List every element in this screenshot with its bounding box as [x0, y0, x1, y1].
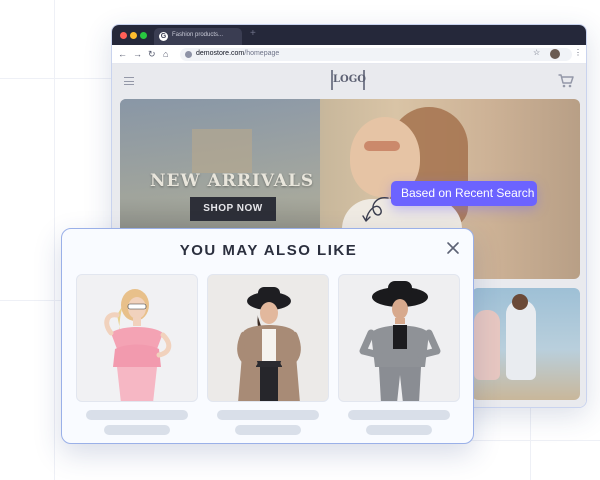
product-image [237, 287, 301, 401]
close-icon[interactable] [446, 241, 460, 255]
skeleton-title-line [86, 410, 188, 420]
hero-building-detail [192, 129, 252, 173]
modal-title: YOU MAY ALSO LIKE [179, 242, 358, 259]
home-icon[interactable]: ⌂ [163, 48, 168, 60]
browser-titlebar: G Fashion products... + [112, 25, 586, 45]
star-icon[interactable]: ☆ [533, 48, 540, 57]
cart-icon[interactable] [558, 74, 574, 88]
forward-arrow-icon[interactable]: → [133, 48, 142, 60]
hero-title: NEW ARRIVALS [150, 171, 315, 191]
reload-icon[interactable]: ↻ [148, 48, 156, 60]
close-window-dot[interactable] [120, 32, 127, 39]
minimize-window-dot[interactable] [130, 32, 137, 39]
more-vert-icon[interactable]: ⋮ [574, 48, 582, 57]
store-logo[interactable]: LOGO [331, 70, 366, 90]
lifestyle-figure-head [512, 294, 528, 310]
lifestyle-figure [506, 300, 536, 380]
product-image [359, 281, 441, 401]
product-card-pink-dress[interactable] [76, 274, 198, 402]
lifestyle-banner[interactable] [472, 288, 580, 400]
shop-now-button[interactable]: SHOP NOW [190, 197, 276, 221]
stage: G Fashion products... + ← → ↻ ⌂ demostor… [0, 0, 600, 480]
url-text: demostore.com/homepage [196, 50, 279, 57]
address-bar[interactable]: demostore.com/homepage [180, 48, 572, 61]
lifestyle-figure [474, 310, 500, 380]
product-card-trench-coat[interactable] [207, 274, 329, 402]
maximize-window-dot[interactable] [140, 32, 147, 39]
skeleton-title-line [348, 410, 450, 420]
recommendation-tag: Based on Recent Search [391, 181, 537, 206]
tab-title: Fashion products... [172, 32, 224, 38]
skeleton-price-line [235, 425, 301, 435]
hamburger-menu-icon[interactable] [124, 77, 134, 85]
back-arrow-icon[interactable]: ← [118, 48, 127, 60]
lock-icon [185, 51, 192, 58]
guide-line [0, 78, 120, 79]
url-host: demostore.com [196, 50, 245, 57]
profile-avatar[interactable] [550, 49, 560, 59]
new-tab-button[interactable]: + [250, 28, 256, 39]
skeleton-price-line [366, 425, 432, 435]
skeleton-title-line [217, 410, 319, 420]
guide-line [470, 440, 600, 441]
recommendation-modal: YOU MAY ALSO LIKE [61, 228, 474, 444]
guide-line [54, 0, 55, 480]
guide-line [0, 300, 62, 301]
product-card-grey-suit[interactable] [338, 274, 460, 402]
url-path: /homepage [244, 50, 280, 57]
tab-favicon-icon: G [159, 32, 168, 41]
hero-model-sunglasses [364, 141, 400, 151]
skeleton-price-line [104, 425, 170, 435]
browser-toolbar: ← → ↻ ⌂ demostore.com/homepage ☆ ⋮ [112, 45, 586, 64]
browser-tab[interactable]: G Fashion products... [154, 28, 242, 45]
product-image [104, 289, 172, 401]
